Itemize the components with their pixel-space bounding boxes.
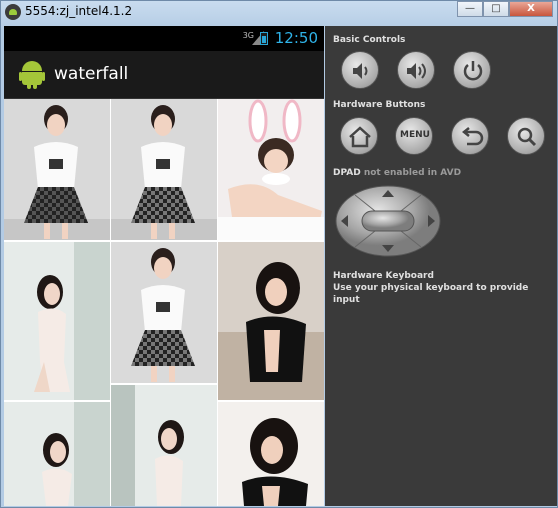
gallery-image[interactable]	[111, 99, 217, 240]
dpad-note: not enabled in AVD	[363, 168, 462, 178]
volume-down-icon	[353, 63, 368, 79]
search-icon	[517, 127, 537, 147]
status-bar: 3G 12:50	[4, 26, 324, 51]
volume-down-button[interactable]	[341, 51, 379, 89]
maximize-button[interactable]: □	[483, 1, 509, 17]
status-clock: 12:50	[274, 29, 318, 47]
menu-button-label: MENU	[400, 130, 430, 140]
keyboard-heading: Hardware Keyboard	[333, 271, 434, 281]
emulator-window: 5554:zj_intel4.1.2 — □ X 3G 12:50 waterf…	[0, 0, 558, 508]
basic-controls-heading: Basic Controls	[333, 35, 406, 45]
keyboard-note: Use your physical keyboard to provide in…	[333, 283, 529, 305]
menu-button[interactable]: MENU	[395, 117, 433, 155]
volume-up-button[interactable]	[397, 51, 435, 89]
gallery-image[interactable]	[4, 99, 110, 240]
home-icon	[349, 126, 371, 148]
gallery-image[interactable]	[218, 99, 324, 240]
power-icon	[463, 61, 483, 81]
gallery-image[interactable]	[218, 402, 324, 506]
waterfall-gallery[interactable]	[4, 99, 324, 506]
action-bar: waterfall	[4, 51, 324, 99]
power-button[interactable]	[453, 51, 491, 89]
home-button[interactable]	[340, 117, 378, 155]
back-icon	[461, 127, 484, 146]
gallery-image[interactable]	[111, 385, 217, 506]
dpad-control[interactable]	[335, 185, 441, 257]
window-controls: — □ X	[457, 1, 553, 17]
app-title: waterfall	[54, 64, 129, 84]
volume-up-icon	[407, 63, 426, 79]
window-title: 5554:zj_intel4.1.2	[25, 4, 133, 18]
back-button[interactable]	[451, 117, 489, 155]
device-screen[interactable]: 3G 12:50 waterfall	[4, 26, 324, 506]
dpad-title: DPAD	[333, 168, 361, 178]
emulator-control-panel: Basic Controls Hardware Buttons MENU DPA…	[325, 26, 557, 506]
minimize-button[interactable]: —	[457, 1, 483, 17]
search-button[interactable]	[507, 117, 545, 155]
emulator-app-icon	[5, 4, 21, 20]
dpad-heading: DPAD not enabled in AVD	[333, 168, 461, 178]
keyboard-info: Hardware Keyboard Use your physical keyb…	[333, 270, 557, 306]
android-logo-icon[interactable]	[19, 61, 45, 89]
hardware-buttons-heading: Hardware Buttons	[333, 100, 426, 110]
battery-icon	[260, 32, 268, 45]
gallery-image[interactable]	[218, 242, 324, 400]
gallery-image[interactable]	[111, 242, 217, 383]
window-titlebar[interactable]: 5554:zj_intel4.1.2 — □ X	[1, 1, 557, 25]
gallery-image[interactable]	[4, 402, 110, 506]
gallery-image[interactable]	[4, 242, 110, 400]
close-button[interactable]: X	[509, 1, 553, 17]
